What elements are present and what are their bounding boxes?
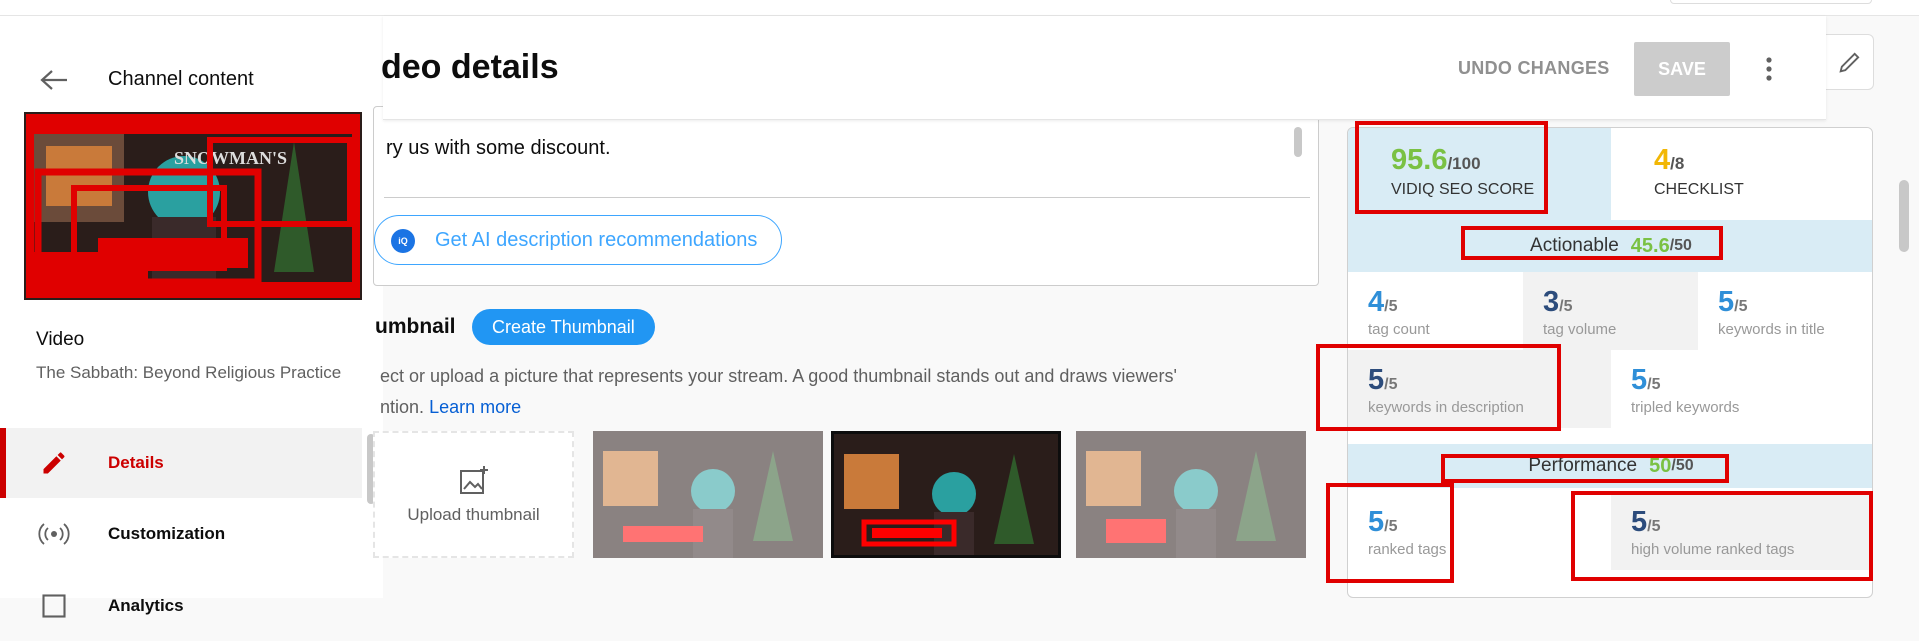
metric-label: tag volume: [1543, 321, 1617, 338]
sidebar-item-label: Details: [108, 453, 164, 472]
more-options-button[interactable]: [1754, 52, 1784, 86]
seo-score-card[interactable]: 95.6/100 VIDIQ SEO SCORE: [1348, 128, 1611, 220]
edit-pencil-button[interactable]: [1826, 34, 1874, 90]
metric-ranked-tags[interactable]: 5/5 ranked tags: [1348, 492, 1611, 570]
metric-label: tripled keywords: [1631, 399, 1740, 416]
pencil-outline-icon: [1838, 52, 1859, 73]
vidiq-icon: iQ: [391, 229, 415, 253]
more-vertical-icon: [1766, 57, 1772, 81]
description-text[interactable]: ry us with some discount.: [386, 137, 611, 160]
metric-max: /5: [1559, 298, 1573, 315]
thumbnail-option-3[interactable]: [1076, 431, 1306, 558]
thumbnail-dim-overlay: [593, 431, 823, 558]
sidebar-title: Channel content: [108, 68, 254, 90]
page-title: deo details: [381, 48, 559, 86]
performance-value: 50: [1649, 454, 1672, 477]
analytics-icon: [36, 588, 72, 624]
ai-description-label: Get AI description recommendations: [435, 228, 758, 251]
sidebar-item-label: Customization: [108, 524, 226, 543]
add-image-icon: [459, 465, 488, 494]
checklist-card[interactable]: 4/8 CHECKLIST: [1611, 128, 1872, 220]
sidebar-item-customization[interactable]: Customization: [0, 499, 362, 569]
help-line-2: ntion.: [380, 397, 425, 417]
checklist-value: 4: [1654, 144, 1671, 176]
metric-keywords-in-title[interactable]: 5/5 keywords in title: [1698, 272, 1872, 350]
metric-value: 5: [1631, 364, 1648, 396]
undo-changes-button[interactable]: UNDO CHANGES: [1458, 58, 1610, 79]
metric-tag-count[interactable]: 4/5 tag count: [1348, 272, 1523, 350]
sidebar-item-details[interactable]: Details: [0, 428, 362, 498]
metric-max: /5: [1734, 298, 1748, 315]
thumbnail-dim-overlay: [1076, 431, 1306, 558]
metric-high-volume-ranked-tags[interactable]: 5/5 high volume ranked tags: [1611, 492, 1872, 570]
actionable-section-header: Actionable 45.6/50: [1348, 220, 1872, 272]
actionable-value: 45.6: [1630, 234, 1670, 257]
ai-description-button[interactable]: iQ Get AI description recommendations: [374, 215, 783, 265]
video-title: The Sabbath: Beyond Religious Practice: [36, 363, 342, 382]
page-scrollbar[interactable]: [1899, 180, 1909, 252]
video-thumbnail[interactable]: SNOWMAN'S: [24, 112, 362, 300]
metric-value: 5: [1718, 286, 1735, 318]
thumbnail-heading: umbnail: [375, 315, 456, 338]
page-header: deo details UNDO CHANGES SAVE: [381, 16, 1826, 120]
top-app-bar: [0, 0, 1919, 16]
performance-section-header: Performance 50/50: [1348, 444, 1872, 488]
metric-label: keywords in description: [1368, 399, 1524, 416]
metric-value: 5: [1368, 364, 1385, 396]
divider: [384, 197, 1310, 198]
performance-label: Performance: [1528, 455, 1638, 476]
metric-value: 3: [1543, 286, 1560, 318]
thumbnail-option-1[interactable]: [593, 431, 823, 558]
help-line-1: ect or upload a picture that represents …: [380, 366, 1177, 386]
pencil-icon: [36, 445, 72, 481]
seo-score-max: /100: [1447, 154, 1481, 173]
performance-max: /50: [1671, 457, 1694, 474]
upload-thumbnail-label: Upload thumbnail: [407, 504, 540, 524]
thumbnail-image: [834, 434, 1058, 555]
metric-value: 5: [1368, 506, 1385, 538]
metric-max: /5: [1647, 518, 1661, 535]
create-thumbnail-button[interactable]: Create Thumbnail: [472, 309, 655, 345]
metric-max: /5: [1647, 376, 1661, 393]
metric-label: high volume ranked tags: [1631, 541, 1795, 558]
thumbnail-help-text: ect or upload a picture that represents …: [380, 361, 1320, 423]
vidiq-seo-panel: 95.6/100 VIDIQ SEO SCORE 4/8 CHECKLIST A…: [1347, 127, 1873, 598]
topbar-search-box[interactable]: [1670, 0, 1872, 4]
sidebar: Channel content SNOWMAN'S Video The Sabb…: [0, 16, 383, 618]
metric-max: /5: [1384, 376, 1398, 393]
actionable-label: Actionable: [1530, 235, 1619, 256]
learn-more-link[interactable]: Learn more: [429, 397, 521, 417]
seo-score-value: 95.6: [1391, 144, 1448, 176]
checklist-max: /8: [1670, 154, 1685, 173]
metric-value: 5: [1631, 506, 1648, 538]
broadcast-icon: [36, 516, 72, 552]
sidebar-item-label: Analytics: [108, 596, 184, 615]
upload-thumbnail-button[interactable]: Upload thumbnail: [373, 431, 574, 558]
actionable-max: /50: [1669, 237, 1692, 254]
metric-label: ranked tags: [1368, 541, 1447, 558]
description-scrollbar[interactable]: [1294, 127, 1302, 157]
metric-label: keywords in title: [1718, 321, 1825, 338]
metric-max: /5: [1384, 298, 1398, 315]
checklist-label: CHECKLIST: [1654, 181, 1744, 198]
metric-value: 4: [1368, 286, 1385, 318]
metric-tripled-keywords[interactable]: 5/5 tripled keywords: [1611, 350, 1872, 428]
description-box[interactable]: ry us with some discount. iQ Get AI desc…: [373, 106, 1319, 286]
video-label: Video: [36, 329, 85, 350]
metric-keywords-in-description[interactable]: 5/5 keywords in description: [1348, 350, 1611, 428]
seo-score-label: VIDIQ SEO SCORE: [1391, 181, 1535, 198]
save-button[interactable]: SAVE: [1634, 42, 1730, 96]
metric-label: tag count: [1368, 321, 1430, 338]
metric-max: /5: [1384, 518, 1398, 535]
thumbnail-option-2[interactable]: [831, 431, 1061, 558]
thumbnail-scene: SNOWMAN'S: [24, 112, 362, 300]
sidebar-item-analytics[interactable]: Analytics: [0, 571, 362, 641]
metric-tag-volume[interactable]: 3/5 tag volume: [1523, 272, 1698, 350]
back-arrow-icon: [40, 70, 67, 90]
back-arrow-button[interactable]: [36, 62, 72, 98]
